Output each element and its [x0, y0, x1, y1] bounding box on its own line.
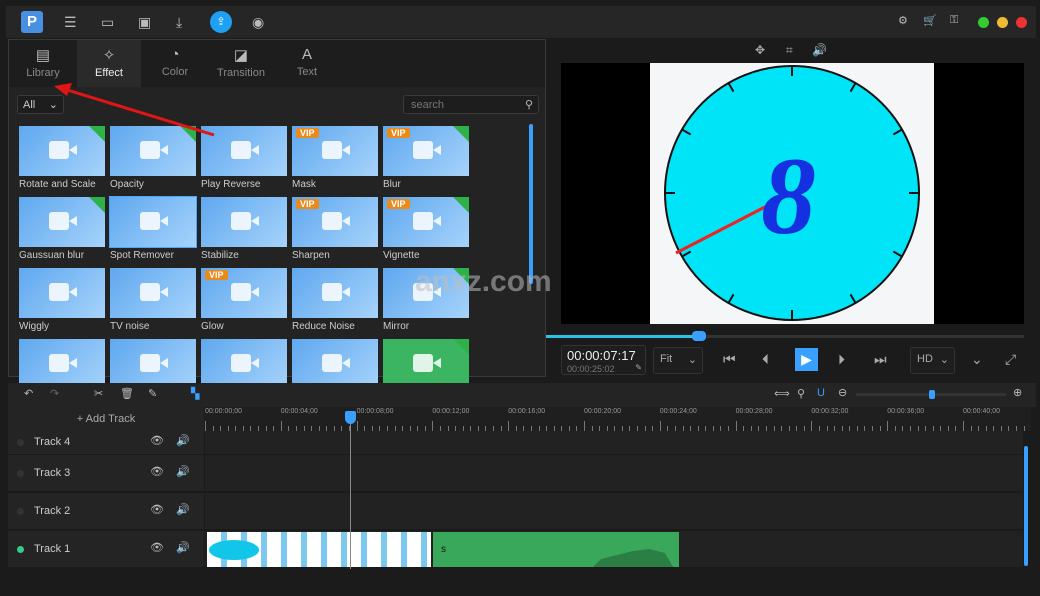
playback-progress[interactable]: [546, 331, 1024, 341]
progress-handle[interactable]: [692, 331, 706, 341]
move-icon[interactable]: ✥: [755, 43, 765, 57]
playhead[interactable]: [345, 411, 356, 569]
track-lane[interactable]: [205, 493, 1023, 530]
track-header[interactable]: Track 1 👁 🔊: [8, 531, 204, 568]
cut-icon[interactable]: ✂: [94, 387, 103, 400]
ruler-tick-label: 00:00:12;00: [432, 408, 470, 415]
edit-clip-icon[interactable]: ✎: [148, 387, 157, 400]
collapse-icon[interactable]: ⌄: [971, 351, 983, 368]
timeline-zoom-slider[interactable]: [856, 390, 1006, 399]
eye-icon[interactable]: 👁: [150, 465, 164, 478]
play-button[interactable]: ▶: [795, 348, 818, 371]
audio-clip-label: s: [441, 544, 446, 555]
prev-frame-button[interactable]: ⏴: [762, 351, 769, 368]
ruler-tick: [205, 421, 206, 431]
preview-frame: 8: [650, 63, 934, 324]
timeline-toolbar: ↶ ↷ ✂ 🗑 ✎ ▚ ⟺ ⚲ U ⊖ ⊕: [8, 383, 1036, 407]
track-select-dot[interactable]: [17, 546, 24, 553]
eye-icon[interactable]: 👁: [150, 541, 164, 554]
ruler-tick: [735, 421, 737, 431]
skip-end-button[interactable]: ⏭: [874, 351, 887, 368]
redo-icon[interactable]: ↷: [50, 387, 59, 400]
speaker-icon[interactable]: 🔊: [176, 465, 190, 478]
ruler-tick: [280, 421, 282, 431]
ruler-tick: [1023, 426, 1025, 431]
audio-clip[interactable]: s: [433, 532, 679, 567]
ruler-tick: [963, 421, 964, 431]
time-display: 00:00:07:17 00:00:25:02 ✎: [561, 345, 646, 375]
ruler-tick-label: 00:00:28;00: [735, 408, 773, 415]
track-header[interactable]: Track 3 👁 🔊: [8, 455, 204, 492]
track-name: Track 4: [34, 436, 71, 448]
watermark-text: anxz.com: [415, 265, 552, 298]
quality-value: HD: [917, 353, 933, 365]
undo-icon[interactable]: ↶: [24, 387, 33, 400]
track-header[interactable]: Track 4 👁 🔊: [8, 431, 204, 455]
crop-icon[interactable]: ⌗: [786, 43, 793, 58]
ruler-tick-label: 00:00:00;00: [205, 408, 242, 415]
marker-icon[interactable]: ⚲: [797, 387, 805, 400]
delete-icon[interactable]: 🗑: [120, 387, 134, 400]
ruler-tick-label: 00:00:36;00: [887, 408, 925, 415]
zoom-slider-handle[interactable]: [929, 390, 935, 399]
ruler-tick-label: 00:00:40;00: [963, 408, 1000, 415]
clock-digit: 8: [761, 135, 816, 257]
ruler-tick-label: 00:00:20;00: [584, 408, 621, 415]
track-select-dot[interactable]: [17, 439, 24, 446]
progress-fill: [546, 335, 699, 338]
ruler-tick: [887, 421, 889, 431]
chevron-down-icon: ⌄: [687, 354, 697, 366]
track-name: Track 3: [34, 467, 71, 479]
ruler-tick-label: 00:00:04;00: [280, 408, 318, 415]
track-name: Track 1: [34, 543, 71, 555]
timeline-scrollbar[interactable]: [1024, 446, 1028, 566]
eye-icon[interactable]: 👁: [150, 434, 164, 447]
ruler-tick: [584, 421, 585, 431]
add-track-button[interactable]: + Add Track: [8, 407, 204, 431]
clip-thumbnail: [209, 540, 259, 560]
zoom-out-icon[interactable]: ⊖: [838, 386, 847, 399]
total-time: 00:00:25:02: [567, 364, 615, 374]
track-lane[interactable]: [205, 455, 1023, 492]
ruler-tick: [508, 421, 510, 431]
chevron-down-icon: ⌄: [939, 354, 949, 366]
speaker-icon[interactable]: 🔊: [176, 503, 190, 516]
track-select-dot[interactable]: [17, 508, 24, 515]
zoom-in-icon[interactable]: ⊕: [1013, 386, 1022, 399]
ruler-tick: [659, 421, 661, 431]
ruler-tick: [811, 421, 813, 431]
ruler-tick-label: 00:00:24;00: [659, 408, 697, 415]
time-ruler[interactable]: 00:00:00;00 00:00:04;00 00:00:08;00 00:00:1…: [205, 407, 1031, 431]
zoom-dropdown[interactable]: Fit ⌄: [653, 347, 703, 374]
ruler-tick: [432, 421, 434, 431]
ruler-tick-label: 00:00:16;00: [508, 408, 546, 415]
split-icon[interactable]: ▚: [191, 387, 199, 400]
track-header[interactable]: Track 2 👁 🔊: [8, 493, 204, 530]
fit-timeline-icon[interactable]: ⟺: [774, 387, 790, 400]
playhead-handle[interactable]: [345, 411, 356, 424]
speaker-icon[interactable]: 🔊: [176, 541, 190, 554]
audio-waveform: [593, 549, 673, 567]
track-name: Track 2: [34, 505, 71, 517]
track-lane[interactable]: [205, 431, 1023, 455]
eye-icon[interactable]: 👁: [150, 503, 164, 516]
edit-icon[interactable]: ✎: [635, 363, 642, 372]
quality-dropdown[interactable]: HD ⌄: [910, 347, 955, 374]
zoom-value: Fit: [660, 353, 673, 365]
magnet-icon[interactable]: U: [817, 387, 825, 399]
skip-start-button[interactable]: ⏮: [723, 351, 736, 368]
fullscreen-icon[interactable]: ⤢: [1005, 351, 1016, 368]
track-lane[interactable]: s: [205, 531, 1023, 568]
ruler-tick-label: 00:00:32;00: [811, 408, 849, 415]
current-time: 00:00:07:17: [567, 348, 636, 363]
speaker-icon[interactable]: 🔊: [176, 434, 190, 447]
track-select-dot[interactable]: [17, 470, 24, 477]
next-frame-button[interactable]: ⏵: [838, 351, 845, 368]
volume-icon[interactable]: 🔊: [812, 43, 827, 57]
ruler-tick: [356, 421, 358, 431]
video-clip[interactable]: [207, 532, 431, 567]
video-preview: 8 anxz.com: [561, 63, 1024, 324]
ruler-tick-label: 00:00:08;00: [356, 408, 394, 415]
